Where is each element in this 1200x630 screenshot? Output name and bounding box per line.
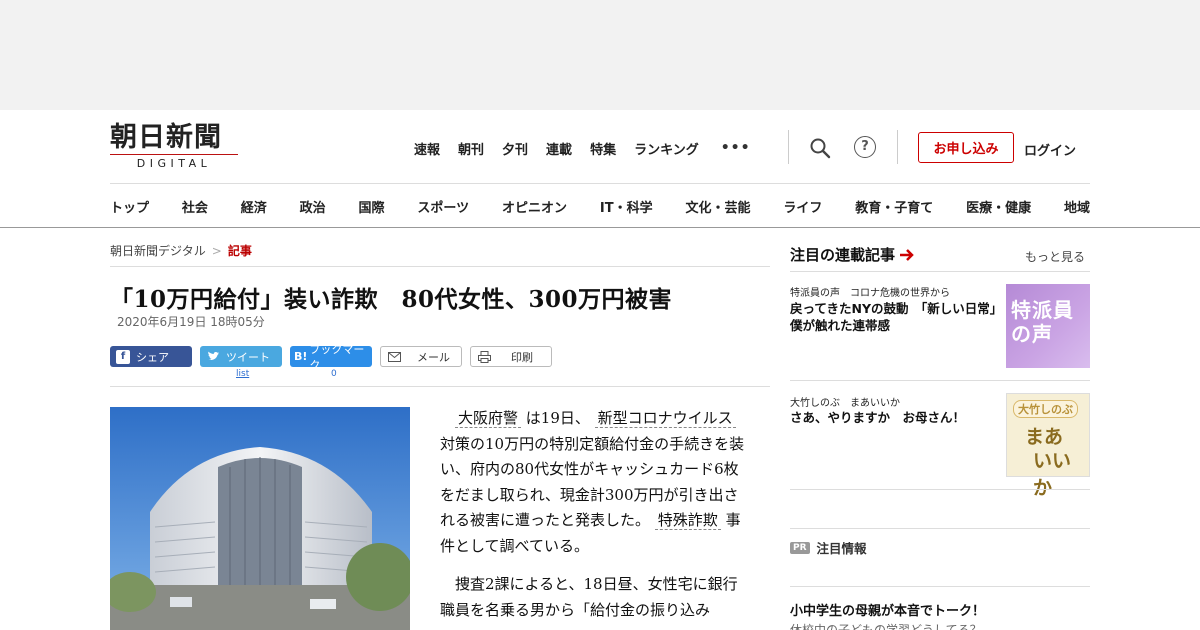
article-body: 大阪府警 は19日、 新型コロナウイルス対策の10万円の特別定額給付金の手続きを… bbox=[440, 406, 750, 630]
facebook-share-button[interactable]: f シェア bbox=[110, 346, 192, 367]
cat-life[interactable]: ライフ bbox=[783, 197, 822, 216]
logo-sub-text: DIGITAL bbox=[110, 154, 238, 170]
twitter-bird-icon bbox=[206, 350, 220, 364]
nav-choukan[interactable]: 朝刊 bbox=[458, 139, 484, 158]
series-thumbnail[interactable]: 特派員の声 bbox=[1006, 284, 1090, 368]
twitter-count[interactable]: list bbox=[236, 369, 249, 379]
search-icon[interactable] bbox=[809, 137, 831, 159]
logo-main-text: 朝日新聞 bbox=[110, 122, 222, 153]
nav-sokuho[interactable]: 速報 bbox=[414, 139, 440, 158]
divider bbox=[790, 489, 1090, 490]
cat-opinion[interactable]: オピニオン bbox=[502, 197, 567, 216]
divider bbox=[110, 266, 770, 267]
divider bbox=[790, 380, 1090, 381]
pr-label: 注目情報 bbox=[816, 541, 867, 556]
breadcrumb-separator: > bbox=[211, 244, 222, 258]
article-date: 2020年6月19日 18時05分 bbox=[117, 315, 265, 329]
thumbnail-text: 大竹しのぶ bbox=[1013, 400, 1078, 418]
pr-badge: PR bbox=[790, 541, 810, 554]
paragraph-text: は19日、 bbox=[525, 409, 590, 427]
breadcrumb: 朝日新聞デジタル > 記事 bbox=[110, 242, 252, 259]
sidebar-more-link[interactable]: もっと見る bbox=[1025, 248, 1085, 265]
arrow-right-icon bbox=[900, 248, 914, 261]
nav-ranking[interactable]: ランキング bbox=[634, 139, 699, 158]
keyword-link[interactable]: 新型コロナウイルス bbox=[594, 409, 736, 428]
divider bbox=[790, 528, 1090, 529]
cat-society[interactable]: 社会 bbox=[182, 197, 208, 216]
article-photo-osaka-police-hq[interactable] bbox=[110, 407, 410, 630]
facebook-icon: f bbox=[116, 349, 130, 364]
paragraph: 捜査2課によると、18日昼、女性宅に銀行職員を名乗る男から「給付金の振り込み bbox=[440, 575, 738, 619]
breadcrumb-current[interactable]: 記事 bbox=[228, 244, 252, 258]
share-label: シェア bbox=[136, 350, 169, 364]
promo-subtitle[interactable]: 休校中の子どもの学習どうしてる？ bbox=[790, 621, 982, 630]
cat-top[interactable]: トップ bbox=[110, 197, 149, 216]
bookmark-count[interactable]: 0 bbox=[331, 369, 337, 379]
series-article-title[interactable]: さあ、やりますか お母さん！ bbox=[790, 409, 1005, 426]
keyword-link[interactable]: 大阪府警 bbox=[455, 409, 522, 428]
subscribe-button[interactable]: お申し込み bbox=[918, 132, 1014, 163]
hatena-bookmark-icon: B! bbox=[294, 350, 308, 363]
cat-health[interactable]: 医療・健康 bbox=[966, 197, 1031, 216]
nav-rensai[interactable]: 連載 bbox=[546, 139, 572, 158]
divider bbox=[790, 271, 1090, 272]
series-kicker: 特派員の声 コロナ危機の世界から bbox=[790, 288, 950, 299]
cat-region[interactable]: 地域 bbox=[1064, 197, 1090, 216]
divider bbox=[790, 586, 1090, 587]
bookmark-label: ブックマーク bbox=[309, 342, 365, 372]
keyword-link[interactable]: 特殊詐欺 bbox=[654, 511, 721, 530]
mail-icon bbox=[387, 350, 401, 364]
mail-label: メール bbox=[417, 350, 450, 364]
tweet-label: ツイート bbox=[226, 350, 270, 364]
more-menu-icon[interactable]: ••• bbox=[721, 140, 751, 156]
sidebar-heading-label: 注目の連載記事 bbox=[790, 246, 896, 264]
nav-tokushu[interactable]: 特集 bbox=[590, 139, 616, 158]
series-article-title[interactable]: 戻ってきたNYの鼓動 「新しい日常」僕が触れた連帯感 bbox=[790, 300, 1005, 334]
category-nav: トップ 社会 経済 政治 国際 スポーツ オピニオン IT・科学 文化・芸能 ラ… bbox=[110, 197, 1090, 216]
help-icon[interactable]: ? bbox=[854, 136, 876, 158]
divider bbox=[110, 386, 770, 387]
article-title: 「10万円給付」装い詐欺 80代女性、300万円被害 bbox=[110, 286, 673, 313]
pr-section-heading: PR 注目情報 bbox=[790, 538, 867, 557]
hatena-bookmark-button[interactable]: B! ブックマーク bbox=[290, 343, 372, 372]
header-divider bbox=[788, 130, 789, 164]
mail-share-button[interactable]: メール bbox=[380, 346, 462, 367]
print-label: 印刷 bbox=[511, 350, 533, 364]
sidebar-heading[interactable]: 注目の連載記事 bbox=[790, 244, 915, 265]
cat-sports[interactable]: スポーツ bbox=[417, 197, 469, 216]
cat-culture[interactable]: 文化・芸能 bbox=[685, 197, 750, 216]
login-link[interactable]: ログイン bbox=[1024, 140, 1076, 159]
header-divider bbox=[897, 130, 898, 164]
cat-it-science[interactable]: IT・科学 bbox=[600, 197, 653, 216]
series-kicker: 大竹しのぶ まあいいか bbox=[790, 398, 900, 409]
twitter-share-button[interactable]: ツイート bbox=[200, 346, 282, 367]
paragraph: 大阪府警 は19日、 新型コロナウイルス対策の10万円の特別定額給付金の手続きを… bbox=[440, 406, 750, 559]
site-header: 朝日新聞 DIGITAL 速報 朝刊 夕刊 連載 特集 ランキング ••• ? … bbox=[0, 110, 1200, 228]
breadcrumb-home[interactable]: 朝日新聞デジタル bbox=[110, 244, 206, 258]
cat-education[interactable]: 教育・子育て bbox=[855, 197, 933, 216]
thumbnail-text: 特派員の声 bbox=[1011, 298, 1074, 346]
thumbnail-text: いいか bbox=[1033, 450, 1072, 499]
cat-international[interactable]: 国際 bbox=[359, 197, 385, 216]
header-rule bbox=[110, 183, 1090, 184]
cat-economy[interactable]: 経済 bbox=[241, 197, 267, 216]
ad-banner-area bbox=[0, 0, 1200, 110]
printer-icon bbox=[477, 350, 491, 364]
promo-title[interactable]: 小中学生の母親が本音でトーク！ bbox=[790, 600, 985, 619]
thumbnail-text: まあ bbox=[1025, 426, 1064, 448]
cat-politics[interactable]: 政治 bbox=[300, 197, 326, 216]
print-button[interactable]: 印刷 bbox=[470, 346, 552, 367]
nav-yukan[interactable]: 夕刊 bbox=[502, 139, 528, 158]
top-nav: 速報 朝刊 夕刊 連載 特集 ランキング ••• bbox=[414, 138, 751, 158]
series-thumbnail[interactable]: 大竹しのぶ まあ いいか bbox=[1006, 393, 1090, 499]
asahi-digital-logo[interactable]: 朝日新聞 DIGITAL bbox=[110, 122, 240, 170]
